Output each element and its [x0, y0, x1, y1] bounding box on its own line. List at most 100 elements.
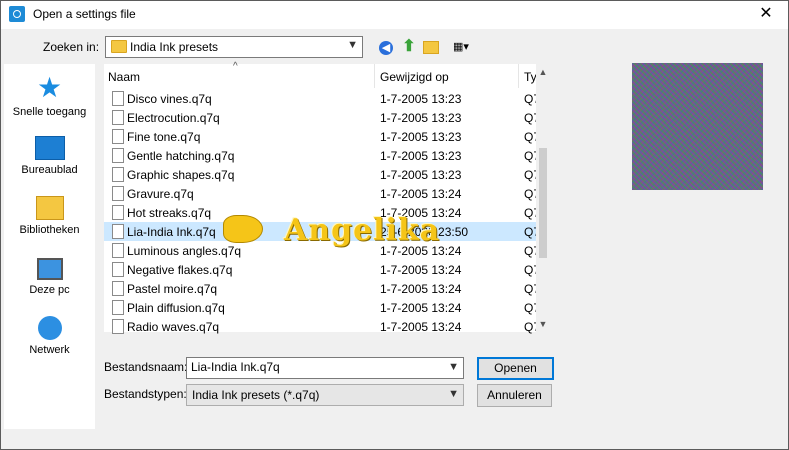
file-name: Graphic shapes.q7q [127, 168, 235, 182]
file-name: Luminous angles.q7q [127, 244, 242, 258]
nav-network[interactable]: Netwerk [4, 314, 95, 356]
file-icon [112, 262, 124, 277]
file-name: Negative flakes.q7q [127, 263, 233, 277]
file-icon [112, 205, 124, 220]
file-date: 1-7-2005 13:23 [380, 111, 462, 125]
column-divider[interactable] [374, 64, 375, 88]
file-type: Q7 [524, 130, 536, 144]
filename-field[interactable]: ▼ [186, 357, 464, 379]
view-menu-button[interactable]: ▦▾ [447, 38, 475, 56]
file-date: 1-7-2005 13:24 [380, 187, 462, 201]
lookin-label: Zoeken in: [43, 40, 100, 54]
file-type: Q7 [524, 320, 536, 334]
open-settings-dialog: Open a settings file ✕ Zoeken in: India … [0, 0, 789, 450]
file-icon [112, 129, 124, 144]
file-icon [112, 243, 124, 258]
scroll-down-icon[interactable]: ▼ [536, 316, 550, 332]
back-arrow-icon: ◀ [379, 41, 393, 55]
quick-access-star-icon: ★ [36, 72, 63, 103]
up-folder-icon: ⬆ [402, 38, 416, 55]
file-name: Gentle hatching.q7q [127, 149, 235, 163]
open-button[interactable]: Openen [477, 357, 554, 380]
up-folder-button[interactable]: ⬆ [400, 38, 418, 56]
nav-quick-access[interactable]: ★ Snelle toegang [4, 72, 95, 119]
file-row[interactable]: Plain diffusion.q7q 1-7-2005 13:24 Q7 [104, 298, 536, 317]
file-row[interactable]: Negative flakes.q7q 1-7-2005 13:24 Q7 [104, 260, 536, 279]
file-type: Q7 [524, 187, 536, 201]
back-button[interactable]: ◀ [377, 38, 395, 56]
file-name: Lia-India Ink.q7q [127, 225, 216, 239]
desktop-icon [34, 136, 65, 160]
column-header-name[interactable]: Naam [108, 70, 140, 84]
file-date: 1-7-2005 13:23 [380, 168, 462, 182]
nav-label: Snelle toegang [12, 106, 87, 118]
this-pc-icon [36, 258, 63, 280]
file-row[interactable]: Fine tone.q7q 1-7-2005 13:23 Q7 [104, 127, 536, 146]
nav-label: Netwerk [29, 344, 70, 356]
nav-desktop[interactable]: Bureaublad [4, 132, 95, 176]
file-icon [112, 224, 124, 239]
file-icon [112, 148, 124, 163]
file-type: Q7 [524, 301, 536, 315]
file-icon [112, 186, 124, 201]
file-row[interactable]: Gentle hatching.q7q 1-7-2005 13:23 Q7 [104, 146, 536, 165]
file-date: 1-7-2005 13:23 [380, 92, 462, 106]
file-type: Q7 [524, 168, 536, 182]
file-icon [112, 167, 124, 182]
file-name: Electrocution.q7q [127, 111, 220, 125]
view-menu-icon: ▦▾ [453, 41, 469, 53]
close-button[interactable]: ✕ [744, 1, 788, 29]
file-row[interactable]: Pastel moire.q7q 1-7-2005 13:24 Q7 [104, 279, 536, 298]
file-name: Pastel moire.q7q [127, 282, 218, 296]
column-divider[interactable] [518, 64, 519, 88]
file-type: Q7 [524, 263, 536, 277]
nav-libraries[interactable]: Bibliotheken [4, 192, 95, 236]
file-date: 1-7-2005 13:24 [380, 320, 462, 334]
file-row[interactable]: Gravure.q7q 1-7-2005 13:24 Q7 [104, 184, 536, 203]
lookin-dropdown[interactable]: India Ink presets ▼ [105, 36, 363, 58]
scroll-up-icon[interactable]: ▲ [536, 64, 550, 80]
file-type: Q7 [524, 92, 536, 106]
file-date: 1-7-2005 13:24 [380, 282, 462, 296]
file-date: 1-7-2005 13:24 [380, 263, 462, 277]
sort-ascending-icon: ^ [233, 61, 238, 72]
column-header-modified[interactable]: Gewijzigd op [380, 70, 449, 84]
watermark-text: Angelika [284, 213, 441, 248]
chevron-down-icon[interactable]: ▼ [448, 361, 459, 373]
preset-preview-image [632, 63, 763, 190]
column-header-type[interactable]: Ty [524, 70, 537, 84]
vertical-scrollbar[interactable]: ▲ ▼ [536, 64, 550, 332]
folder-icon [111, 40, 127, 53]
scroll-thumb[interactable] [539, 148, 547, 258]
filetype-select[interactable]: India Ink presets (*.q7q) ▼ [186, 384, 464, 406]
cancel-button[interactable]: Annuleren [477, 384, 552, 407]
file-name: Gravure.q7q [127, 187, 194, 201]
file-name: Radio waves.q7q [127, 320, 220, 334]
file-icon [112, 110, 124, 125]
file-type: Q7 [524, 111, 536, 125]
file-icon [112, 281, 124, 296]
file-icon [112, 319, 124, 334]
filename-label: Bestandsnaam: [104, 360, 188, 374]
chevron-down-icon: ▼ [448, 388, 459, 400]
nav-this-pc[interactable]: Deze pc [4, 252, 95, 296]
new-folder-icon [423, 41, 439, 54]
file-row[interactable]: Electrocution.q7q 1-7-2005 13:23 Q7 [104, 108, 536, 127]
file-row[interactable]: Disco vines.q7q 1-7-2005 13:23 Q7 [104, 89, 536, 108]
file-name: Disco vines.q7q [127, 92, 212, 106]
filename-input[interactable] [187, 358, 441, 376]
file-row[interactable]: Graphic shapes.q7q 1-7-2005 13:23 Q7 [104, 165, 536, 184]
file-type: Q7 [524, 149, 536, 163]
file-row[interactable]: Radio waves.q7q 1-7-2005 13:24 Q7 [104, 317, 536, 336]
title-bar: Open a settings file ✕ [1, 1, 788, 29]
app-camera-icon [9, 6, 25, 22]
nav-label: Bibliotheken [19, 224, 80, 236]
file-date: 1-7-2005 13:23 [380, 130, 462, 144]
new-folder-button[interactable] [422, 38, 440, 56]
file-name: Fine tone.q7q [127, 130, 201, 144]
file-list[interactable]: ^ Naam Gewijzigd op Ty Disco vines.q7q 1-… [104, 61, 550, 334]
file-name: Plain diffusion.q7q [127, 301, 225, 315]
file-icon [112, 300, 124, 315]
file-icon [112, 91, 124, 106]
file-name: Hot streaks.q7q [127, 206, 212, 220]
